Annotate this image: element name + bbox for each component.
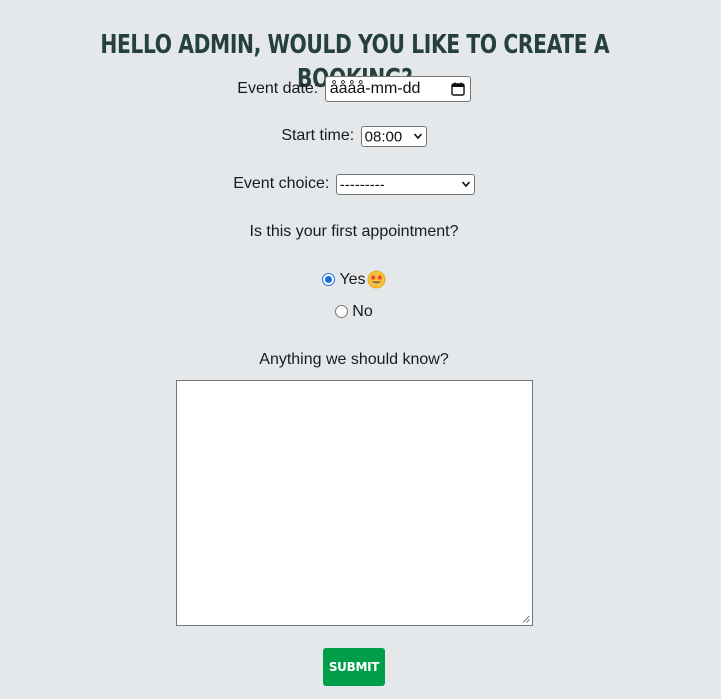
calendar-icon[interactable] xyxy=(451,82,465,96)
radio-no-label[interactable]: No xyxy=(352,303,372,320)
booking-page: HELLO ADMIN, WOULD YOU LIKE TO CREATE A … xyxy=(0,0,721,699)
start-time-label: Start time: xyxy=(281,127,355,144)
radio-yes[interactable] xyxy=(322,273,336,287)
event-date-input[interactable]: åååå-mm-dd xyxy=(324,76,471,102)
start-time-row: Start time: 08:00 xyxy=(0,124,708,148)
notes-label: Anything we should know? xyxy=(259,351,449,368)
event-date-value: åååå-mm-dd xyxy=(329,80,421,97)
event-choice-label: Event choice: xyxy=(233,175,330,192)
start-time-value: 08:00 xyxy=(364,128,403,146)
submit-button[interactable]: SUBMIT xyxy=(323,648,385,686)
radio-yes-label[interactable]: Yes xyxy=(339,271,365,288)
event-choice-select[interactable]: --------- xyxy=(335,173,475,195)
radio-yes-row[interactable]: Yes xyxy=(0,269,708,291)
event-choice-row: Event choice: --------- xyxy=(0,172,708,196)
event-choice-value: --------- xyxy=(339,176,385,194)
start-time-select[interactable]: 08:00 xyxy=(360,125,427,147)
star-struck-emoji-icon xyxy=(367,270,385,289)
resize-handle-icon[interactable] xyxy=(522,615,530,623)
chevron-down-icon xyxy=(461,180,470,187)
event-date-label: Event date: xyxy=(237,80,319,97)
radio-no-row[interactable]: No xyxy=(0,301,708,323)
event-date-row: Event date: åååå-mm-dd xyxy=(0,76,708,102)
notes-textarea[interactable] xyxy=(176,380,533,626)
radio-no[interactable] xyxy=(335,305,349,319)
chevron-down-icon xyxy=(413,132,422,139)
first-appointment-question: Is this your first appointment? xyxy=(249,223,459,240)
